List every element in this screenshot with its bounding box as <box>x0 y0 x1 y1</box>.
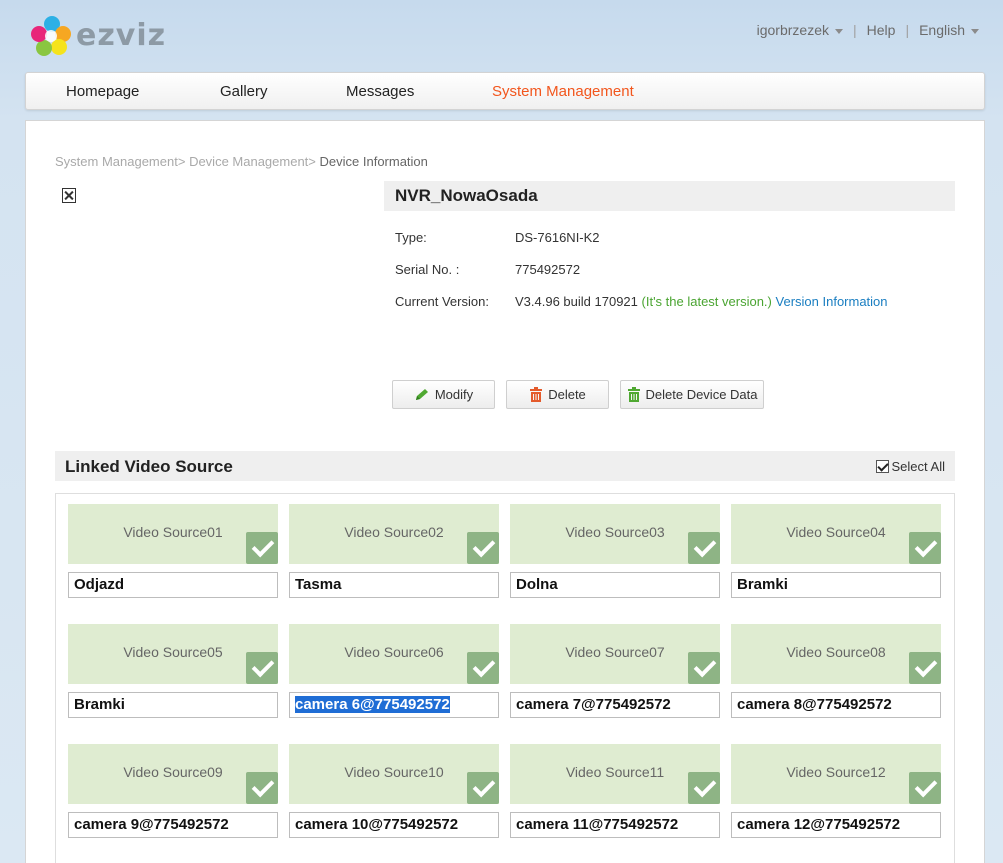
check-icon[interactable] <box>909 652 941 684</box>
logo-flower-icon <box>31 16 71 56</box>
camera-name-input[interactable]: camera 9@775492572 <box>68 812 278 838</box>
tab-system-management[interactable]: System Management <box>492 83 634 100</box>
tab-homepage[interactable]: Homepage <box>66 83 139 100</box>
breadcrumb-device-management[interactable]: Device Management <box>189 154 308 169</box>
language-label: English <box>919 22 965 38</box>
trash-icon <box>530 387 543 402</box>
camera-name-input[interactable]: Dolna <box>510 572 720 598</box>
video-source-tile[interactable]: Video Source03 <box>510 504 720 564</box>
version-latest-note: (It's the latest version.) <box>641 294 772 309</box>
video-source-tile[interactable]: Video Source10 <box>289 744 499 804</box>
camera-name-input[interactable]: camera 10@775492572 <box>289 812 499 838</box>
type-label: Type: <box>395 230 427 245</box>
modify-label: Modify <box>434 387 474 402</box>
breadcrumb: System Management> Device Management> De… <box>55 154 428 169</box>
trash-icon <box>627 387 640 402</box>
camera-name-input[interactable]: Tasma <box>289 572 499 598</box>
check-icon[interactable] <box>688 532 720 564</box>
video-source-tile[interactable]: Video Source07 <box>510 624 720 684</box>
video-source-tile[interactable]: Video Source04 <box>731 504 941 564</box>
tab-messages[interactable]: Messages <box>346 83 414 100</box>
breadcrumb-separator: > <box>308 154 316 169</box>
top-user-nav: igorbrzezek | Help | English <box>757 22 979 38</box>
camera-name-input[interactable]: camera 7@775492572 <box>510 692 720 718</box>
camera-name-input[interactable]: camera 11@775492572 <box>510 812 720 838</box>
breadcrumb-separator: > <box>177 154 186 169</box>
select-all-label: Select All <box>891 459 945 474</box>
check-icon[interactable] <box>909 772 941 804</box>
breadcrumb-system-management[interactable]: System Management <box>55 154 178 169</box>
version-label: Current Version: <box>395 294 489 309</box>
logo-text: ezviz <box>76 18 167 53</box>
video-source-tile[interactable]: Video Source11 <box>510 744 720 804</box>
breadcrumb-current: Device Information <box>319 154 428 169</box>
device-image-broken-icon <box>62 188 76 203</box>
version-value-group: V3.4.96 build 170921 (It's the latest ve… <box>515 294 888 309</box>
video-source-tile[interactable]: Video Source06 <box>289 624 499 684</box>
video-source-tile[interactable]: Video Source12 <box>731 744 941 804</box>
language-menu[interactable]: English <box>919 22 979 38</box>
chevron-down-icon <box>835 28 843 34</box>
check-icon[interactable] <box>467 532 499 564</box>
camera-name-input[interactable]: Bramki <box>68 692 278 718</box>
modify-button[interactable]: Modify <box>392 380 495 409</box>
username: igorbrzezek <box>756 22 829 38</box>
help-link[interactable]: Help <box>867 22 896 38</box>
video-source-tile[interactable]: Video Source09 <box>68 744 278 804</box>
video-source-tile[interactable]: Video Source02 <box>289 504 499 564</box>
camera-name-input[interactable]: camera 8@775492572 <box>731 692 941 718</box>
device-name: NVR_NowaOsada <box>395 186 538 205</box>
camera-name-input[interactable]: Bramki <box>731 572 941 598</box>
select-all-checkbox[interactable] <box>875 460 889 473</box>
device-header: NVR_NowaOsada <box>384 181 955 211</box>
serial-label: Serial No. : <box>395 262 460 277</box>
version-information-link[interactable]: Version Information <box>776 294 888 309</box>
selected-text: camera 6@775492572 <box>295 696 450 713</box>
camera-name-input-selected[interactable]: camera 6@775492572 <box>289 692 499 718</box>
check-icon[interactable] <box>467 652 499 684</box>
linked-video-source-title: Linked Video Source <box>65 457 233 476</box>
select-all[interactable]: Select All <box>875 459 945 474</box>
ezviz-logo[interactable]: ezviz <box>30 14 170 62</box>
main-nav: Homepage Gallery Messages System Managem… <box>25 72 985 110</box>
delete-button[interactable]: Delete <box>506 380 609 409</box>
linked-video-source-header: Linked Video Source Select All <box>55 451 955 481</box>
check-icon[interactable] <box>688 652 720 684</box>
video-source-tile[interactable]: Video Source05 <box>68 624 278 684</box>
camera-name-input[interactable]: Odjazd <box>68 572 278 598</box>
check-icon[interactable] <box>246 532 278 564</box>
check-icon[interactable] <box>909 532 941 564</box>
delete-device-data-label: Delete Device Data <box>645 387 758 402</box>
type-value: DS-7616NI-K2 <box>515 230 600 245</box>
video-source-tile[interactable]: Video Source08 <box>731 624 941 684</box>
delete-label: Delete <box>548 387 586 402</box>
check-icon[interactable] <box>467 772 499 804</box>
check-icon[interactable] <box>246 772 278 804</box>
serial-value: 775492572 <box>515 262 581 277</box>
pencil-icon <box>415 388 428 400</box>
user-menu[interactable]: igorbrzezek <box>757 22 843 38</box>
check-icon[interactable] <box>688 772 720 804</box>
tab-gallery[interactable]: Gallery <box>220 83 268 100</box>
camera-name-input[interactable]: camera 12@775492572 <box>731 812 941 838</box>
video-source-tile[interactable]: Video Source01 <box>68 504 278 564</box>
divider: | <box>905 22 910 38</box>
divider: | <box>853 22 857 38</box>
chevron-down-icon <box>971 28 979 34</box>
check-icon[interactable] <box>246 652 278 684</box>
version-value: V3.4.96 build 170921 <box>515 294 638 309</box>
delete-device-data-button[interactable]: Delete Device Data <box>620 380 764 409</box>
